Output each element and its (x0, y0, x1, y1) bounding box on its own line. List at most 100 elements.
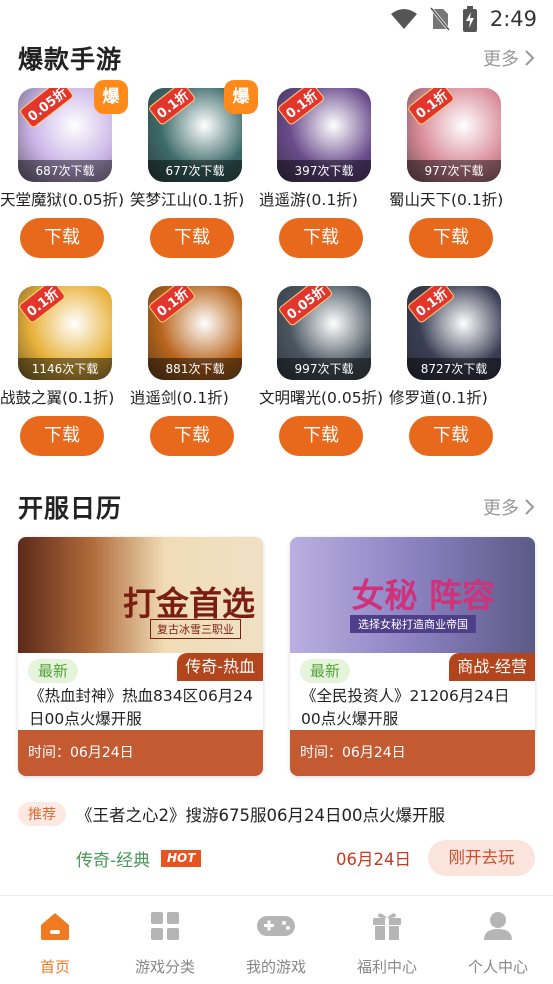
recommend-notice[interactable]: 推荐 《王者之心2》搜游675服06月24日00点火爆开服 (18, 800, 535, 828)
download-count: 997次下载 (277, 358, 371, 380)
notice-detail: 传奇-经典 HOT 06月24日 刚开去玩 (0, 840, 553, 876)
game-name: 文明曙光(0.05折) (259, 389, 384, 407)
download-count: 1146次下载 (18, 358, 112, 380)
tab-home[interactable]: 首页 (0, 896, 110, 984)
download-button[interactable]: 下载 (150, 416, 234, 456)
card-banner: 打金首选 复古冰雪三职业 (18, 537, 263, 653)
discount-label: 0.1折 (407, 286, 456, 325)
banner-sub: 复古冰雪三职业 (150, 619, 241, 639)
game-name: 逍遥游(0.1折) (259, 191, 358, 209)
card-desc: 《热血封神》热血834区06月24日00点火爆开服 (29, 687, 254, 728)
more-label: 更多 (483, 49, 519, 70)
banner-text: 女秘 阵容 (351, 576, 496, 615)
server-card[interactable]: 女秘 阵容 选择女秘打造商业帝国 商战-经营 最新 《全民投资人》21206月2… (290, 537, 535, 776)
new-badge: 最新 (28, 659, 79, 683)
discount-label: 0.05折 (277, 286, 334, 327)
user-icon (484, 912, 512, 940)
game-item[interactable]: 0.05折 687次下载 爆天堂魔狱(0.05折) 下载 (0, 80, 130, 278)
download-count: 397次下载 (277, 160, 371, 182)
download-button[interactable]: 下载 (409, 218, 493, 258)
calendar-more-link[interactable]: 更多 (483, 494, 535, 520)
game-item[interactable]: 0.1折 677次下载 爆笑梦江山(0.1折) 下载 (130, 80, 260, 278)
status-time: 2:49 (489, 7, 537, 31)
gift-icon (373, 913, 401, 940)
chevron-right-icon (525, 499, 535, 515)
chevron-right-icon (525, 50, 535, 66)
download-button[interactable]: 下载 (409, 416, 493, 456)
tab-welfare[interactable]: 福利中心 (332, 896, 442, 984)
download-button[interactable]: 下载 (20, 416, 104, 456)
new-badge: 最新 (300, 659, 351, 683)
server-card[interactable]: 打金首选 复古冰雪三职业 传奇-热血 最新 《热血封神》热血834区06月24日… (18, 537, 263, 776)
game-icon[interactable]: 0.1折 977次下载 (407, 88, 501, 182)
game-icon[interactable]: 0.1折 1146次下载 (18, 286, 112, 380)
discount-label: 0.1折 (148, 88, 197, 127)
tab-categories[interactable]: 游戏分类 (110, 896, 220, 984)
banner-sub: 选择女秘打造商业帝国 (350, 615, 476, 633)
download-count: 677次下载 (148, 160, 242, 182)
discount-label: 0.1折 (18, 286, 67, 325)
game-item[interactable]: 0.05折 997次下载文明曙光(0.05折) 下载 (259, 286, 389, 476)
hot-games-header: 爆款手游 更多 (18, 38, 535, 78)
hot-badge: HOT (161, 850, 202, 867)
hot-badge: 爆 (224, 80, 258, 114)
hot-games-title: 爆款手游 (18, 45, 123, 74)
game-name: 战鼓之翼(0.1折) (0, 389, 115, 407)
discount-label: 0.1折 (277, 88, 326, 127)
grid-icon (151, 912, 179, 940)
card-genre: 商战-经营 (449, 653, 535, 681)
notice-genre: 传奇-经典 (76, 851, 151, 871)
game-icon[interactable]: 0.1折 8727次下载 (407, 286, 501, 380)
download-count: 977次下载 (407, 160, 501, 182)
tab-label: 个人中心 (467, 958, 528, 976)
banner-text: 打金首选 (123, 584, 255, 623)
tab-profile[interactable]: 个人中心 (443, 896, 553, 984)
game-icon[interactable]: 0.1折 397次下载 (277, 88, 371, 182)
game-row: 0.1折 1146次下载战鼓之翼(0.1折) 下载 0.1折 881次下载逍遥剑(0.1… (0, 286, 553, 476)
card-genre: 传奇-热血 (177, 653, 263, 681)
bottom-tab-bar: 首页 游戏分类 我的游戏 福利中心 个人中心 (0, 895, 553, 983)
game-row: 0.05折 687次下载 爆天堂魔狱(0.05折) 下载 0.1折 677次下载 爆笑梦江山… (0, 80, 553, 278)
download-button[interactable]: 下载 (279, 416, 363, 456)
card-time: 时间：06月24日 (290, 730, 535, 776)
wifi-icon (390, 9, 417, 29)
tab-my-games[interactable]: 我的游戏 (221, 896, 331, 984)
calendar-title: 开服日历 (18, 494, 123, 523)
download-count: 8727次下载 (407, 358, 501, 380)
download-count: 881次下载 (148, 358, 242, 380)
game-name: 蜀山天下(0.1折) (389, 191, 504, 209)
tab-label: 首页 (39, 958, 70, 976)
game-item[interactable]: 0.1折 397次下载逍遥游(0.1折) 下载 (259, 88, 389, 278)
download-button[interactable]: 下载 (150, 218, 234, 258)
game-item[interactable]: 0.1折 977次下载蜀山天下(0.1折) 下载 (389, 88, 519, 278)
game-item[interactable]: 0.1折 8727次下载修罗道(0.1折) 下载 (389, 286, 519, 476)
status-bar: 2:49 (0, 0, 553, 38)
no-sim-icon (429, 7, 450, 31)
tab-label: 福利中心 (356, 958, 417, 976)
battery-charging-icon (462, 6, 477, 32)
hot-games-more-link[interactable]: 更多 (483, 45, 535, 71)
play-now-button[interactable]: 刚开去玩 (428, 840, 535, 876)
download-button[interactable]: 下载 (279, 218, 363, 258)
game-icon[interactable]: 0.1折 881次下载 (148, 286, 242, 380)
game-item[interactable]: 0.1折 1146次下载战鼓之翼(0.1折) 下载 (0, 286, 130, 476)
gamepad-icon (257, 916, 295, 936)
hot-badge: 爆 (94, 80, 128, 114)
game-name: 笑梦江山(0.1折) (130, 191, 245, 209)
game-name: 修罗道(0.1折) (389, 389, 488, 407)
status-icons: 2:49 (390, 6, 537, 32)
tab-label: 我的游戏 (245, 958, 306, 976)
recommend-tag: 推荐 (18, 802, 66, 826)
discount-label: 0.1折 (407, 88, 456, 127)
notice-text: 《王者之心2》搜游675服06月24日00点火爆开服 (76, 806, 445, 825)
card-desc: 《全民投资人》21206月24日00点火爆开服 (301, 687, 510, 728)
download-button[interactable]: 下载 (20, 218, 104, 258)
game-item[interactable]: 0.1折 881次下载逍遥剑(0.1折) 下载 (130, 286, 260, 476)
discount-label: 0.05折 (18, 88, 75, 129)
game-name: 天堂魔狱(0.05折) (0, 191, 125, 209)
game-name: 逍遥剑(0.1折) (130, 389, 229, 407)
tab-label: 游戏分类 (134, 958, 195, 976)
discount-label: 0.1折 (148, 286, 197, 325)
game-icon[interactable]: 0.05折 997次下载 (277, 286, 371, 380)
calendar-header: 开服日历 更多 (18, 487, 535, 527)
